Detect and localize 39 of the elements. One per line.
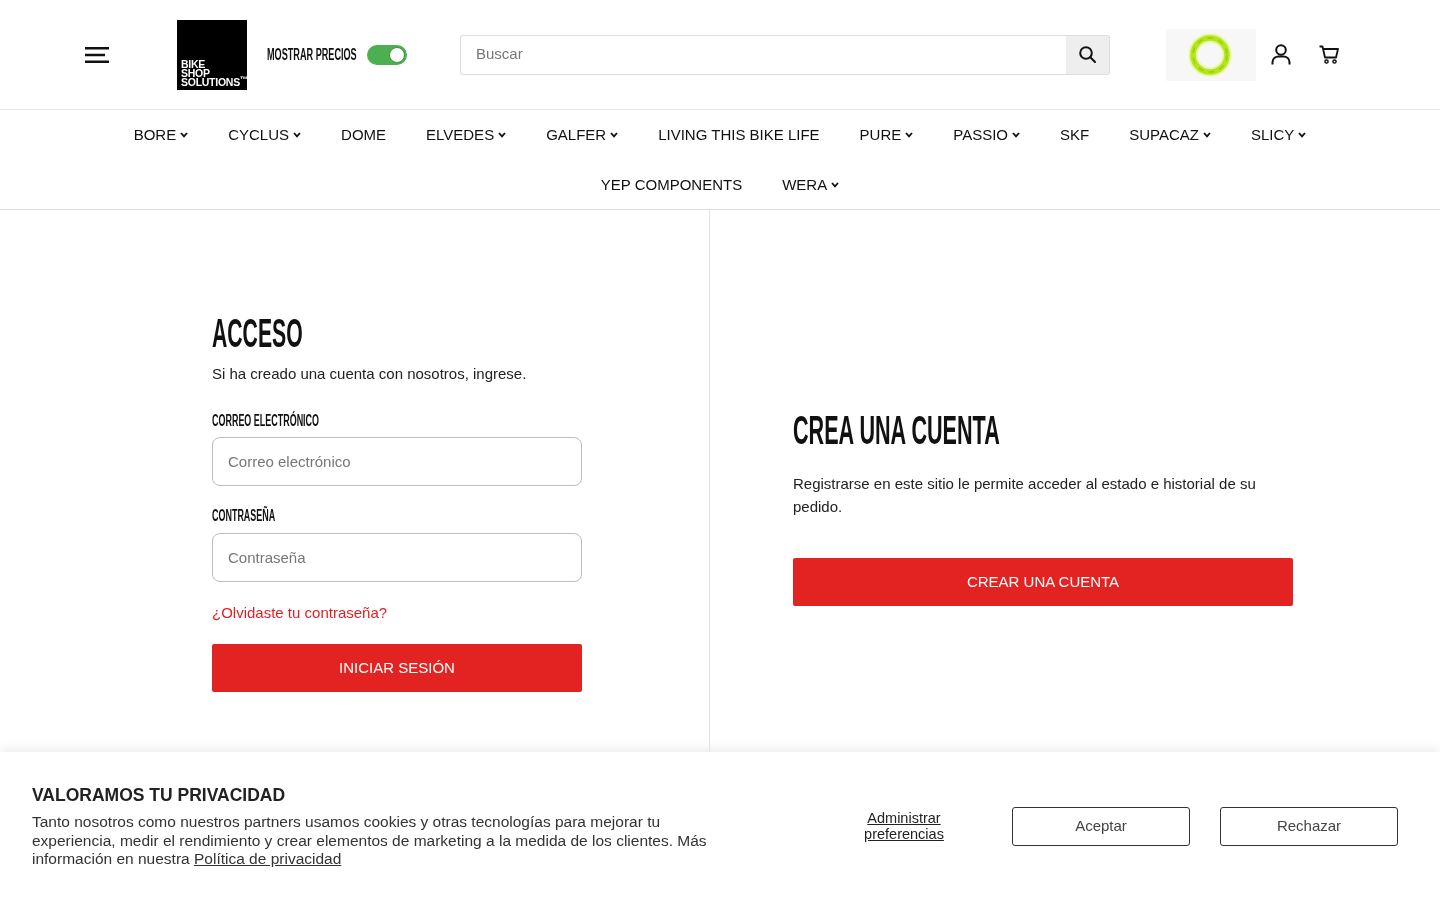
logo[interactable]: BIKE SHOP SOLUTIONS$^{™}$ — [177, 19, 247, 90]
cart-icon — [1319, 45, 1339, 64]
nav-link[interactable]: YEP COMPONENTS — [600, 160, 743, 210]
forgot-password-link[interactable]: ¿Olvidaste tu contraseña? — [212, 602, 388, 624]
login-heading: ACCESO — [212, 313, 303, 353]
nav-link[interactable]: WERA — [782, 160, 840, 210]
field-label: CONTRASEÑA — [212, 506, 276, 526]
nav-link[interactable]: LIVING THIS BIKE LIFE — [658, 110, 820, 160]
login-button[interactable]: INICIAR SESIÓN — [212, 644, 582, 692]
nav-link[interactable]: PASSIO — [953, 110, 1021, 160]
cookie-button[interactable]: Rechazar — [1220, 806, 1398, 846]
input-field[interactable]: Correo electrónico — [212, 437, 582, 486]
input-field[interactable]: Contraseña — [212, 533, 582, 582]
privacy-policy-link[interactable]: Política de privacidad — [194, 850, 342, 867]
nav-link[interactable]: SKF — [1060, 110, 1090, 160]
register-text: Registrarse en este sitio le permite acceder al estado e historial de su pedido. — [793, 474, 1257, 517]
manage-preferences-link[interactable]: Administrar preferencias — [858, 810, 950, 842]
nav-link[interactable]: DOME — [341, 110, 387, 160]
nav-link[interactable]: PURE — [859, 110, 914, 160]
nav-link[interactable]: GALFER — [546, 110, 619, 160]
nav-link[interactable]: BORE — [133, 110, 189, 160]
user-icon — [1271, 44, 1291, 65]
login-intro-text: Si ha creado una cuenta con nosotros, ingrese. — [212, 364, 527, 384]
register-heading: CREA UNA CUENTA — [793, 410, 1000, 450]
create-account-button[interactable]: CREAR UNA CUENTA — [793, 558, 1293, 606]
menu-button[interactable] — [85, 45, 109, 64]
nav-link[interactable]: ELVEDES — [426, 110, 507, 160]
show-prices-toggle[interactable] — [367, 44, 407, 65]
nav-link[interactable]: SLICY — [1250, 110, 1307, 160]
field-label: CORREO ELECTRÓNICO — [212, 411, 320, 431]
nav-link[interactable]: CYCLUS — [228, 110, 302, 160]
cart-link[interactable] — [1319, 44, 1339, 65]
account-link[interactable] — [1271, 43, 1291, 66]
menu-icon — [85, 46, 109, 63]
show-prices-label: MOSTRAR PRECIOS — [267, 44, 357, 65]
cookie-button[interactable]: Aceptar — [1012, 806, 1190, 846]
cookie-notice-text: Tanto nosotros como nuestros partners usamos cookies y otras tecnologías para mejorar tu experiencia, medir el rendimiento y crear elementos de marketing a la medida de los clientes. Más información en nuestra Política de privacidad — [32, 813, 708, 869]
cookie-title: VALORAMOS TU PRIVACIDAD — [32, 785, 286, 805]
nav-link[interactable]: SUPACAZ — [1129, 110, 1211, 160]
